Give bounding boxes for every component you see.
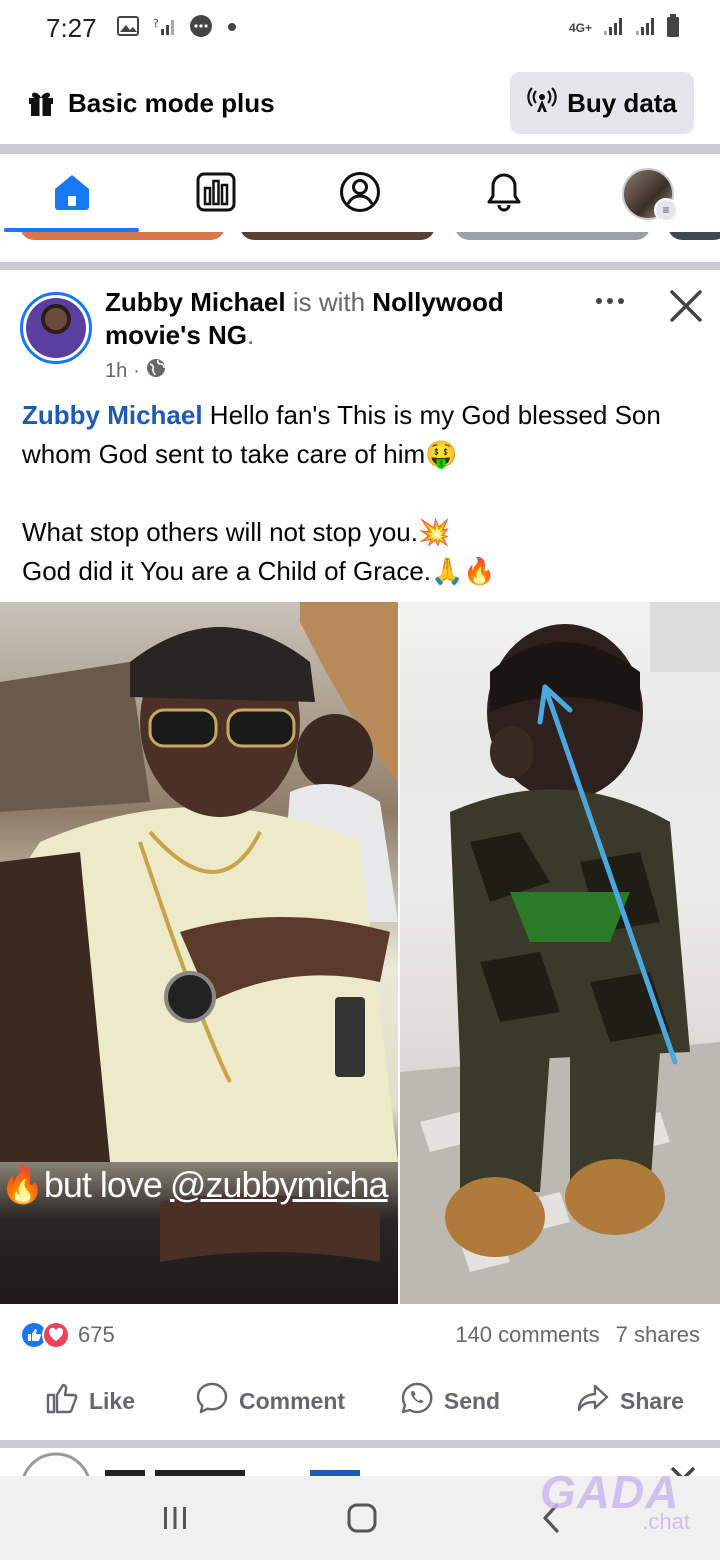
tab-profile[interactable] <box>288 155 432 233</box>
post-actions: Like Comment Send Share <box>0 1370 720 1432</box>
whatsapp-icon <box>400 1381 434 1421</box>
post-meta: 1h · <box>105 358 166 384</box>
status-time: 7:27 <box>46 12 97 43</box>
buy-data-label: Buy data <box>567 87 677 118</box>
image-icon <box>116 15 139 41</box>
close-icon[interactable] <box>664 284 708 328</box>
home-icon <box>52 172 92 217</box>
post-body: Zubby Michael Hello fan's This is my God… <box>22 396 702 591</box>
tab-dashboard[interactable] <box>144 155 288 233</box>
watermark-logo: GADA .chat <box>540 1465 710 1535</box>
bell-icon <box>484 171 524 218</box>
watermark-sub: .chat <box>642 1509 690 1534</box>
basic-mode-bar: Basic mode plus Buy data <box>0 62 720 144</box>
user-circle-icon <box>339 171 381 218</box>
post-photo[interactable]: 🔥but love @zubbymicha <box>0 602 720 1304</box>
signal-bars-icon <box>634 15 656 42</box>
story-card[interactable] <box>455 232 650 240</box>
svg-text:?: ? <box>153 17 159 30</box>
comment-button[interactable]: Comment <box>180 1370 360 1432</box>
body-line-2: What stop others will not stop you.💥 <box>22 517 451 547</box>
globe-icon <box>146 358 166 384</box>
comments-count[interactable]: 140 comments <box>455 1322 599 1348</box>
love-reaction-icon <box>42 1321 70 1349</box>
bar-chart-icon <box>196 172 236 217</box>
more-options-icon[interactable] <box>590 286 630 316</box>
share-button[interactable]: Share <box>540 1370 720 1432</box>
thumbs-up-icon <box>45 1381 79 1421</box>
post-time[interactable]: 1h <box>105 360 127 383</box>
comment-label: Comment <box>238 1387 346 1414</box>
divider <box>0 1440 720 1448</box>
meta-separator: · <box>133 359 140 382</box>
main-nav: ≡ <box>0 155 720 233</box>
post-title: Zubby Michael is with Nollywood movie's … <box>105 286 545 352</box>
network-type: 4G+ <box>568 21 592 35</box>
signal-bars-icon <box>602 15 624 42</box>
like-button[interactable]: Like <box>0 1370 180 1432</box>
story-card[interactable] <box>240 232 435 240</box>
chat-bubble-icon <box>189 14 213 43</box>
buy-data-button[interactable]: Buy data <box>510 72 694 134</box>
send-label: Send <box>443 1387 501 1414</box>
reactions-summary[interactable]: 675 140 comments 7 shares <box>0 1312 720 1358</box>
send-button[interactable]: Send <box>360 1370 540 1432</box>
body-line-3: God did it You are a Child of Grace.🙏🔥 <box>22 556 496 586</box>
battery-icon <box>666 13 680 43</box>
tab-menu[interactable]: ≡ <box>576 155 720 233</box>
story-card[interactable] <box>20 232 225 240</box>
caption-prefix: 🔥but love <box>0 1164 163 1205</box>
child-illustration <box>400 602 720 1304</box>
title-period: . <box>247 320 255 350</box>
avatar-menu-icon: ≡ <box>622 168 678 222</box>
photo-left-panel: 🔥but love @zubbymicha <box>0 602 398 1304</box>
body-author-link[interactable]: Zubby Michael <box>22 400 203 430</box>
divider <box>0 144 720 154</box>
reaction-count: 675 <box>78 1322 115 1347</box>
status-bar: 7:27 ? 4G+ <box>0 0 720 56</box>
menu-lines-icon: ≡ <box>654 198 678 222</box>
divider <box>0 262 720 270</box>
gift-icon <box>26 88 56 118</box>
signal-unknown-icon: ? <box>153 15 175 42</box>
author-name[interactable]: Zubby Michael <box>105 287 286 317</box>
shares-count[interactable]: 7 shares <box>616 1322 700 1348</box>
caption-handle: @zubbymicha <box>169 1164 389 1205</box>
photo-right-panel <box>400 602 720 1304</box>
recent-apps-button[interactable] <box>160 1500 190 1536</box>
tab-notifications[interactable] <box>432 155 576 233</box>
tab-home[interactable] <box>0 155 144 233</box>
author-avatar[interactable] <box>20 292 92 364</box>
photo-caption: 🔥but love @zubbymicha <box>0 1150 398 1220</box>
comment-bubble-icon <box>195 1381 229 1421</box>
story-card[interactable] <box>668 232 720 240</box>
dot-icon <box>227 19 237 37</box>
broadcast-icon <box>527 85 557 122</box>
share-label: Share <box>620 1387 684 1414</box>
stories-strip[interactable] <box>0 232 720 242</box>
recent-apps-icon <box>164 1507 186 1529</box>
with-text: is with <box>292 287 366 317</box>
home-button[interactable] <box>346 1500 378 1536</box>
share-arrow-icon <box>576 1381 610 1421</box>
home-square-icon <box>347 1503 377 1533</box>
like-label: Like <box>88 1387 136 1414</box>
mode-label: Basic mode plus <box>68 87 275 118</box>
